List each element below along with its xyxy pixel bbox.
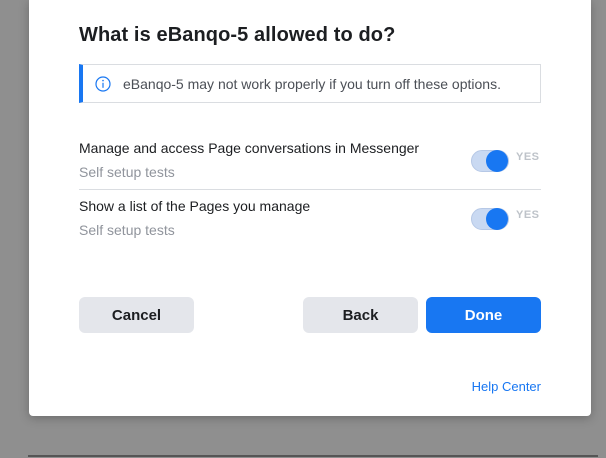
permission-title: Show a list of the Pages you manage	[79, 198, 311, 214]
permission-row-pages-list: Show a list of the Pages you manage Self…	[79, 198, 541, 248]
permissions-dialog: What is eBanqo-5 allowed to do? eBanqo-5…	[29, 0, 591, 416]
permission-toggle-pages-list[interactable]	[471, 208, 509, 230]
permission-title: Manage and access Page conversations in …	[79, 140, 420, 156]
toggle-state-label: YES	[516, 151, 540, 163]
back-button[interactable]: Back	[303, 297, 418, 333]
info-icon	[95, 75, 111, 92]
notice-text: eBanqo-5 may not work properly if you tu…	[123, 75, 501, 92]
toggle-knob	[486, 208, 508, 230]
permission-subtitle: Self setup tests	[79, 164, 175, 180]
toggle-state-label: YES	[516, 209, 540, 221]
warning-notice: eBanqo-5 may not work properly if you tu…	[79, 64, 541, 103]
permission-toggle-messenger[interactable]	[471, 150, 509, 172]
help-center-link[interactable]: Help Center	[472, 379, 541, 394]
permission-subtitle: Self setup tests	[79, 222, 175, 238]
permission-row-messenger: Manage and access Page conversations in …	[79, 140, 541, 190]
bottom-divider	[28, 455, 598, 457]
done-button[interactable]: Done	[426, 297, 541, 333]
toggle-knob	[486, 150, 508, 172]
dialog-title: What is eBanqo-5 allowed to do?	[79, 24, 396, 46]
cancel-button[interactable]: Cancel	[79, 297, 194, 333]
